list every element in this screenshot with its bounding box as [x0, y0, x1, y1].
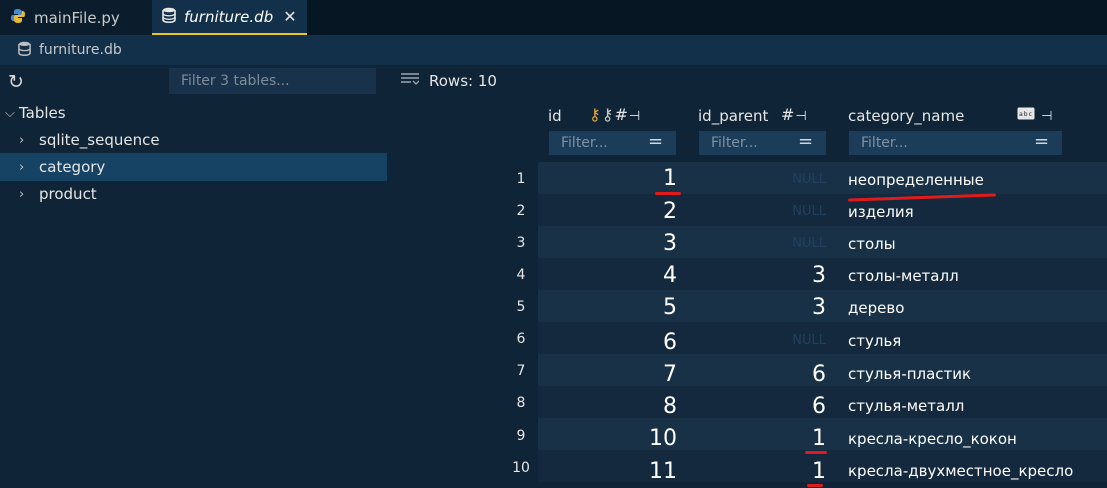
cell-category-name[interactable]: изделия [848, 203, 914, 221]
database-icon [18, 41, 31, 60]
cell-id-parent[interactable]: 1 [702, 426, 826, 451]
tab-label: furniture.db [184, 7, 274, 26]
tree-root-tables[interactable]: ⌵ Tables [0, 99, 387, 127]
cell-id-parent[interactable]: 3 [702, 263, 826, 288]
sidebar-item-label: category [39, 158, 106, 176]
cell-id-parent[interactable]: 6 [702, 362, 826, 387]
id-parent-column-icons: #⊣ [781, 105, 808, 124]
row-number: 2 [516, 203, 526, 219]
cell-category-name[interactable]: дерево [848, 299, 904, 317]
cell-id[interactable]: 1 [552, 166, 677, 191]
row-number: 1 [516, 171, 526, 187]
rows-label: Rows: 10 [429, 72, 497, 90]
database-icon [162, 7, 176, 27]
close-icon[interactable]: ✕ [283, 7, 296, 26]
row-number: 10 [512, 460, 530, 476]
cell-id[interactable]: 4 [552, 263, 677, 288]
tables-sidebar: ↻ ⌵ Tables › sqlite_sequence › category … [0, 65, 387, 488]
cell-id[interactable]: 5 [552, 295, 677, 320]
tab-label: mainFile.py [34, 8, 120, 27]
cell-category-name[interactable]: столы-металл [848, 267, 959, 285]
sidebar-item-label: product [39, 185, 97, 203]
sidebar-item-category[interactable]: › category [0, 153, 387, 181]
cell-id[interactable]: 11 [552, 459, 677, 484]
row-number: 8 [516, 395, 526, 411]
sidebar-item-label: sqlite_sequence [39, 131, 160, 149]
cell-id-parent[interactable]: 6 [702, 394, 826, 419]
cell-id-parent[interactable]: 3 [702, 295, 826, 320]
annotation-underline [655, 192, 681, 195]
python-icon [10, 8, 26, 28]
row-number: 9 [516, 428, 526, 444]
number-type-icon: # [781, 105, 796, 124]
cell-id-parent-null[interactable]: NULL [702, 172, 826, 187]
annotation-underline [807, 484, 823, 487]
cell-category-name[interactable]: стулья-металл [848, 397, 964, 415]
filter-tables-input[interactable] [169, 68, 376, 94]
cell-category-name[interactable]: неопределенные [848, 171, 984, 189]
filter-mode-icon[interactable]: = [1034, 131, 1049, 152]
list-icon [401, 73, 420, 89]
cell-id[interactable]: 10 [552, 426, 677, 451]
cell-id[interactable]: 2 [552, 199, 677, 224]
cell-id[interactable]: 7 [552, 362, 677, 387]
data-grid: Rows: 10 id ⚷⚷#⊣ = id_parent #⊣ = catego… [387, 65, 1107, 488]
rows-count: Rows: 10 [401, 72, 497, 90]
tab-mainfile[interactable]: mainFile.py [0, 0, 152, 35]
cell-category-name[interactable]: кресла-кресло_кокон [848, 430, 1017, 448]
chevron-right-icon: › [19, 132, 25, 148]
id-column-icons: ⚷⚷#⊣ [589, 105, 641, 124]
column-header-id[interactable]: id [548, 107, 562, 125]
cell-id-parent-null[interactable]: NULL [702, 204, 826, 219]
row-number: 7 [516, 363, 526, 379]
cell-id[interactable]: 6 [552, 330, 677, 355]
row-number: 3 [516, 235, 526, 251]
sidebar-item-sqlite-sequence[interactable]: › sqlite_sequence [0, 126, 387, 154]
tab-bar: mainFile.py furniture.db ✕ [0, 0, 1107, 35]
refresh-icon[interactable]: ↻ [8, 71, 24, 93]
column-header-id-parent[interactable]: id_parent [698, 107, 768, 125]
sidebar-item-product[interactable]: › product [0, 180, 387, 208]
text-type-icon: abc [1017, 105, 1041, 124]
cell-id[interactable]: 8 [552, 394, 677, 419]
filter-mode-icon[interactable]: = [648, 131, 663, 152]
svg-text:abc: abc [1019, 111, 1033, 118]
chevron-right-icon: › [19, 186, 25, 202]
pin-icon[interactable]: ⊣ [795, 109, 807, 124]
cell-category-name[interactable]: стулья-пластик [848, 365, 971, 383]
chevron-right-icon: › [19, 159, 25, 175]
pin-icon[interactable]: ⊣ [1041, 109, 1053, 124]
tab-furniture-db[interactable]: furniture.db ✕ [152, 0, 307, 35]
breadcrumb-label: furniture.db [39, 42, 122, 58]
tree-root-label: Tables [19, 104, 66, 122]
category-name-column-icons: abc ⊣ [1017, 105, 1053, 124]
primary-key-icon: ⚷ [589, 105, 602, 124]
cell-category-name[interactable]: столы [848, 235, 896, 253]
filter-category-name-input[interactable] [849, 131, 1062, 155]
number-type-icon: # [614, 105, 629, 124]
column-header-category-name[interactable]: category_name [848, 107, 964, 125]
cell-id-parent[interactable]: 1 [702, 459, 826, 484]
breadcrumb: furniture.db [0, 35, 1107, 65]
cell-category-name[interactable]: кресла-двухместное_кресло [848, 462, 1073, 480]
cell-category-name[interactable]: стулья [848, 332, 901, 350]
pin-icon[interactable]: ⊣ [629, 109, 641, 124]
row-number: 4 [516, 267, 526, 283]
chevron-down-icon: ⌵ [5, 105, 15, 121]
key-icon: ⚷ [601, 105, 615, 124]
cell-id[interactable]: 3 [552, 231, 677, 256]
row-number: 5 [516, 299, 526, 315]
cell-id-parent-null[interactable]: NULL [702, 333, 826, 348]
cell-id-parent-null[interactable]: NULL [702, 236, 826, 251]
row-number: 6 [516, 331, 526, 347]
annotation-underline [805, 451, 827, 454]
filter-mode-icon[interactable]: = [798, 131, 813, 152]
